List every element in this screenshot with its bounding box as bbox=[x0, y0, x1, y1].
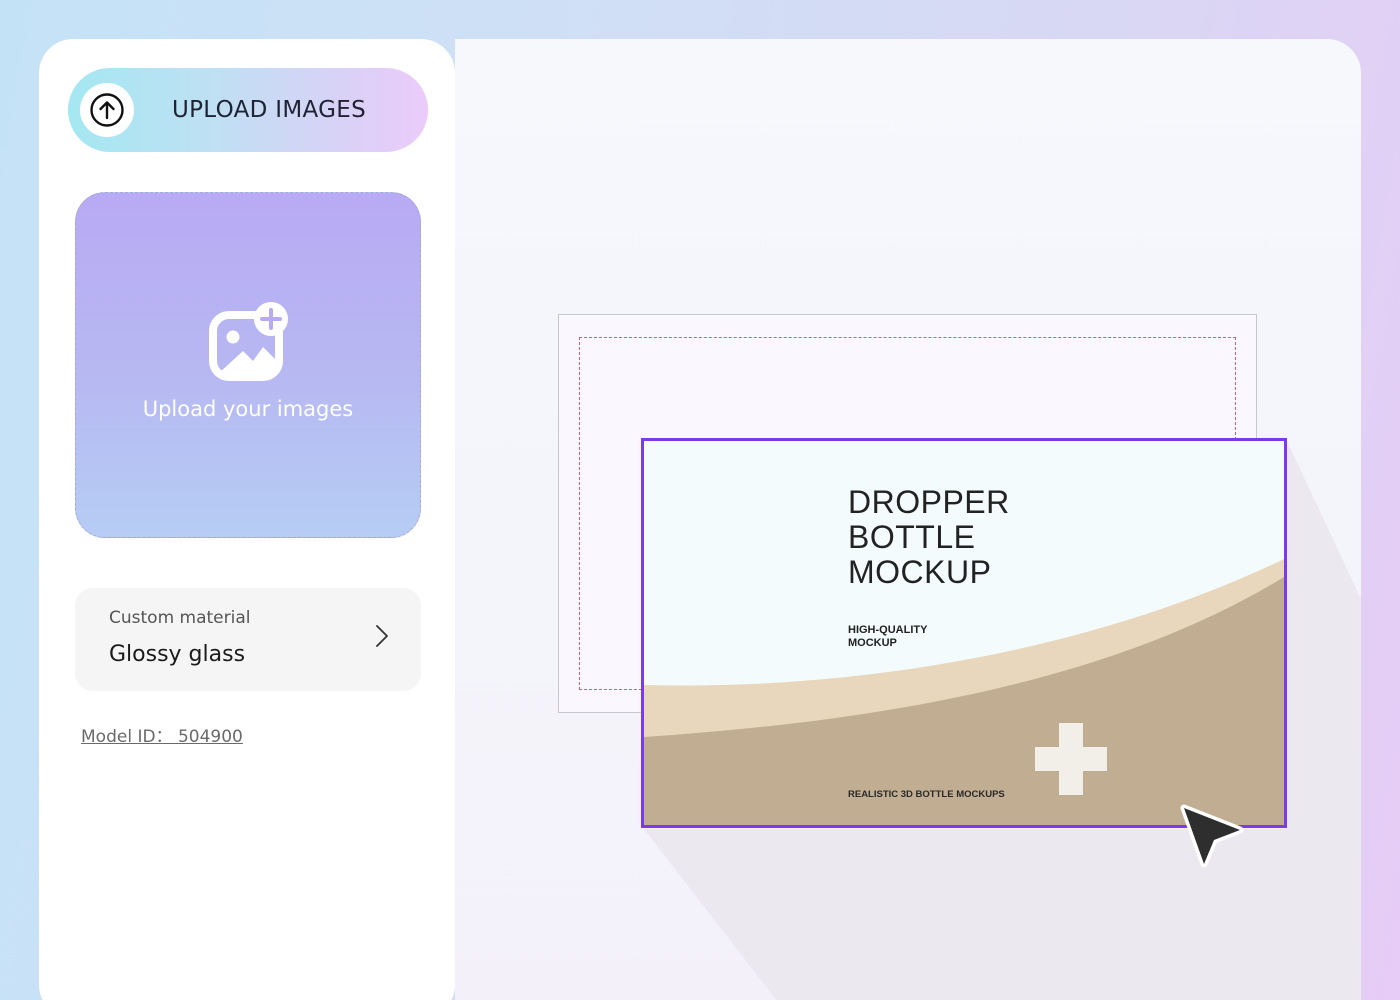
label-subtitle: HIGH-QUALITY MOCKUP bbox=[848, 624, 927, 650]
label-title-line: BOTTLE bbox=[848, 519, 976, 555]
plus-cross-icon bbox=[1035, 723, 1107, 795]
dropzone-label: Upload your images bbox=[142, 397, 354, 421]
custom-material-selector[interactable]: Custom material Glossy glass bbox=[75, 588, 421, 691]
chevron-right-icon bbox=[376, 625, 388, 647]
label-footer: REALISTIC 3D BOTTLE MOCKUPS bbox=[848, 789, 1005, 800]
image-plus-icon bbox=[209, 302, 288, 381]
label-title-line: DROPPER bbox=[848, 484, 1010, 520]
label-title-line: MOCKUP bbox=[848, 554, 992, 590]
pointer-cursor-icon bbox=[1180, 804, 1244, 868]
arrow-up-circle-icon bbox=[90, 93, 124, 127]
image-dropzone[interactable]: Upload your images bbox=[75, 192, 421, 538]
selected-label-artwork[interactable]: DROPPER BOTTLE MOCKUP HIGH-QUALITY MOCKU… bbox=[641, 438, 1287, 828]
label-subtitle-line: MOCKUP bbox=[848, 637, 897, 649]
model-id-link[interactable]: Model ID： 504900 bbox=[81, 722, 243, 747]
upload-images-label: UPLOAD IMAGES bbox=[172, 97, 366, 123]
upload-icon-container bbox=[80, 83, 134, 137]
material-value: Glossy glass bbox=[109, 642, 246, 667]
upload-images-button[interactable]: UPLOAD IMAGES bbox=[68, 68, 428, 152]
left-panel: UPLOAD IMAGES Upload your images Custom … bbox=[39, 39, 455, 1000]
label-title: DROPPER BOTTLE MOCKUP bbox=[848, 485, 1148, 590]
label-subtitle-line: HIGH-QUALITY bbox=[848, 624, 928, 636]
material-caption: Custom material bbox=[109, 608, 251, 628]
